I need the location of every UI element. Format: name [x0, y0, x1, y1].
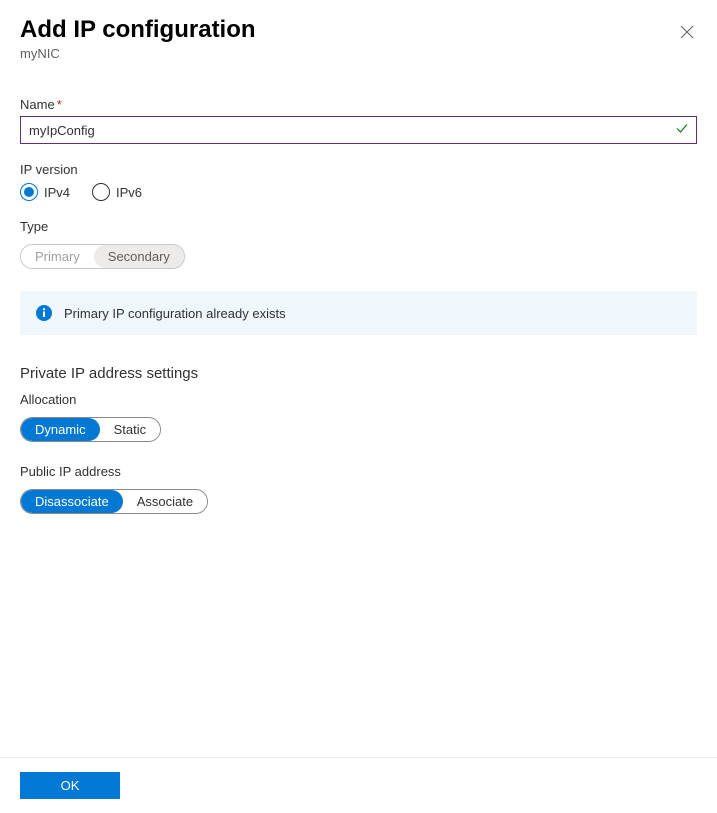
close-button[interactable]	[677, 22, 697, 42]
type-primary-pill: Primary	[21, 245, 94, 268]
radio-ipv4[interactable]: IPv4	[20, 183, 70, 201]
info-icon	[36, 305, 52, 321]
type-group: Type Primary Secondary	[20, 219, 697, 269]
panel-footer: OK	[0, 757, 717, 813]
panel-subtitle: myNIC	[20, 46, 697, 61]
name-input[interactable]	[20, 116, 697, 144]
radio-ipv4-label: IPv4	[44, 185, 70, 200]
allocation-group: Allocation Dynamic Static	[20, 392, 697, 442]
ip-version-radio-row: IPv4 IPv6	[20, 183, 697, 201]
required-indicator: *	[57, 97, 62, 112]
type-secondary-pill: Secondary	[94, 245, 184, 268]
public-ip-label: Public IP address	[20, 464, 697, 479]
panel-header: Add IP configuration myNIC	[0, 0, 717, 69]
allocation-dynamic-pill[interactable]: Dynamic	[21, 418, 100, 441]
name-field-group: Name*	[20, 97, 697, 144]
info-message: Primary IP configuration already exists	[64, 306, 286, 321]
public-ip-pill-group: Disassociate Associate	[20, 489, 208, 514]
radio-circle-icon	[20, 183, 38, 201]
check-icon	[675, 122, 689, 139]
ip-version-label: IP version	[20, 162, 697, 177]
public-ip-disassociate-pill[interactable]: Disassociate	[21, 490, 123, 513]
name-input-wrap	[20, 116, 697, 144]
radio-ipv6[interactable]: IPv6	[92, 183, 142, 201]
public-ip-group: Public IP address Disassociate Associate	[20, 464, 697, 514]
allocation-static-pill[interactable]: Static	[100, 418, 161, 441]
name-label: Name*	[20, 97, 697, 112]
type-label: Type	[20, 219, 697, 234]
public-ip-associate-pill[interactable]: Associate	[123, 490, 207, 513]
radio-dot-icon	[24, 187, 34, 197]
ok-button[interactable]: OK	[20, 772, 120, 799]
name-label-text: Name	[20, 97, 55, 112]
allocation-label: Allocation	[20, 392, 697, 407]
info-banner: Primary IP configuration already exists	[20, 291, 697, 335]
ip-version-group: IP version IPv4 IPv6	[20, 162, 697, 201]
type-pill-group: Primary Secondary	[20, 244, 185, 269]
radio-ipv6-label: IPv6	[116, 185, 142, 200]
close-icon	[680, 25, 694, 39]
radio-circle-icon	[92, 183, 110, 201]
panel-title: Add IP configuration	[20, 16, 697, 44]
allocation-pill-group: Dynamic Static	[20, 417, 161, 442]
private-ip-heading: Private IP address settings	[20, 365, 697, 382]
panel-body: Name* IP version IPv4 IPv6 Type Primary …	[0, 69, 717, 552]
